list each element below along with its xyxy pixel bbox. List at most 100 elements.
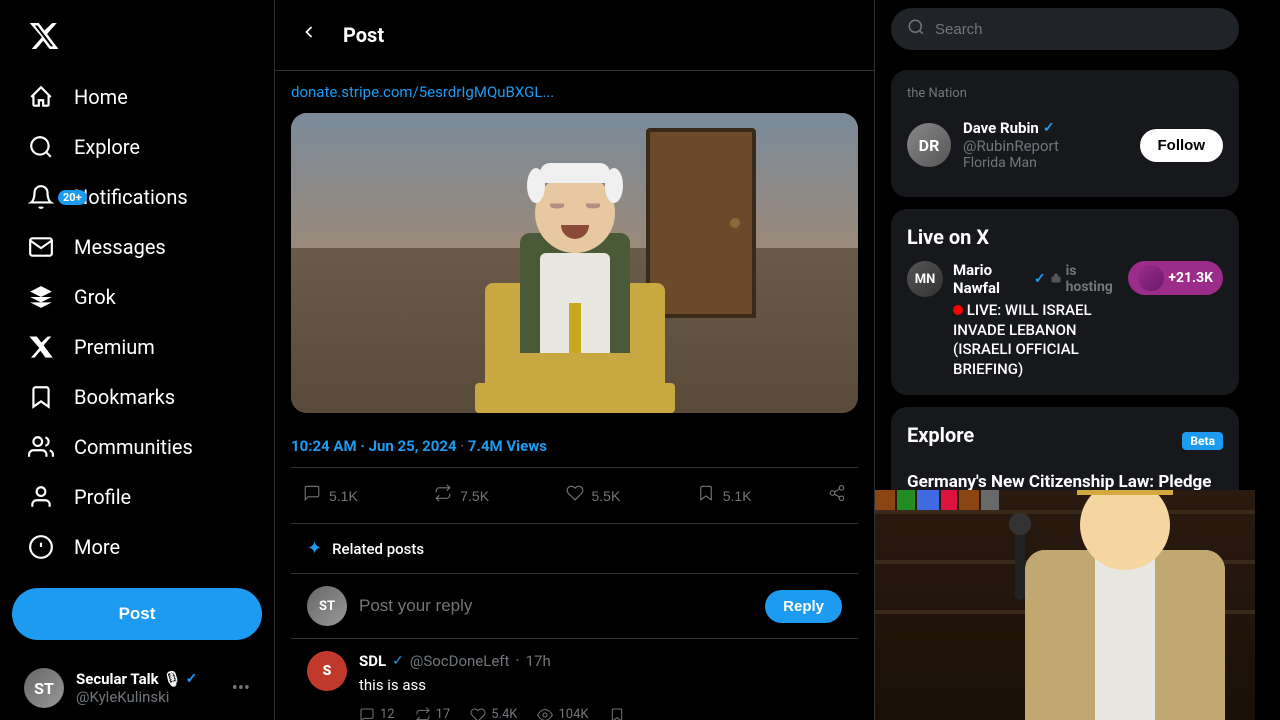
live-viewer-count: +21.3K bbox=[1128, 261, 1223, 295]
comment-actions: 12 17 5.4K bbox=[359, 707, 842, 720]
live-on-x-card: Live on X MN Mario Nawfal ✓ is hosting L… bbox=[891, 209, 1239, 395]
live-host-name: Mario Nawfal bbox=[953, 261, 1030, 297]
post-header: Post bbox=[275, 0, 874, 71]
explore-icon bbox=[28, 134, 54, 160]
reply-count: 5.1K bbox=[329, 488, 358, 504]
dave-rubin-verified: ✓ bbox=[1043, 120, 1055, 136]
bookmarks-icon bbox=[28, 384, 54, 410]
x-logo[interactable] bbox=[12, 8, 262, 68]
page-title: Post bbox=[343, 23, 384, 47]
post-timestamp: 10:24 AM · Jun 25, 2024 · 7.4M Views bbox=[291, 425, 858, 468]
video-overlay[interactable] bbox=[875, 490, 1255, 720]
dave-rubin-bio: Florida Man bbox=[963, 155, 1128, 171]
like-action-button[interactable]: 5.5K bbox=[554, 472, 633, 519]
sidebar-item-explore[interactable]: Explore bbox=[12, 122, 262, 172]
live-info: Mario Nawfal ✓ is hosting LIVE: WILL ISR… bbox=[953, 261, 1118, 379]
user-profile-row[interactable]: ST Secular Talk 🎙 ✓ @KyleKulinski ••• bbox=[12, 656, 262, 720]
search-wrapper bbox=[891, 8, 1239, 50]
post-body: donate.stripe.com/5esrdrIgMQuBXGL... bbox=[275, 71, 874, 720]
view-count: 7.4M bbox=[468, 437, 503, 455]
who-to-follow-card: the Nation DR Dave Rubin ✓ @RubinReport … bbox=[891, 70, 1239, 197]
who-to-follow-context: the Nation bbox=[907, 86, 1223, 101]
broadcast-icon bbox=[1050, 272, 1062, 286]
notification-badge: 20+ bbox=[58, 190, 87, 205]
main-nav: Home Explore 20+ Notifications bbox=[12, 72, 262, 572]
live-item[interactable]: MN Mario Nawfal ✓ is hosting LIVE: WILL … bbox=[907, 261, 1223, 379]
verified-badge: ✓ bbox=[186, 671, 198, 687]
bookmark-icon bbox=[697, 484, 715, 507]
search-icon bbox=[907, 18, 925, 40]
reply-input[interactable] bbox=[359, 596, 753, 616]
post-image bbox=[291, 113, 858, 413]
share-icon bbox=[828, 484, 846, 507]
mario-nawfal-avatar: MN bbox=[907, 261, 943, 297]
bookmark-count: 5.1K bbox=[723, 488, 752, 504]
left-sidebar: Home Explore 20+ Notifications bbox=[0, 0, 275, 720]
donation-link[interactable]: donate.stripe.com/5esrdrIgMQuBXGL... bbox=[291, 71, 858, 113]
live-status: is hosting bbox=[1066, 263, 1119, 295]
sidebar-item-notifications[interactable]: 20+ Notifications bbox=[12, 172, 262, 222]
post-actions: 5.1K 7.5K 5.5K bbox=[291, 468, 858, 524]
right-sidebar: the Nation DR Dave Rubin ✓ @RubinReport … bbox=[875, 0, 1255, 720]
main-content: Post donate.stripe.com/5esrdrIgMQuBXGL..… bbox=[275, 0, 875, 720]
live-on-x-title: Live on X bbox=[907, 225, 1223, 249]
communities-icon bbox=[28, 434, 54, 460]
share-action-button[interactable] bbox=[816, 472, 858, 519]
beta-badge: Beta bbox=[1182, 432, 1223, 450]
comment-retweet-button[interactable]: 17 bbox=[415, 707, 451, 720]
premium-icon bbox=[28, 334, 54, 360]
profile-display-name: Secular Talk 🎙 ✓ bbox=[76, 670, 220, 688]
comment-text: this is ass bbox=[359, 674, 842, 697]
back-button[interactable] bbox=[291, 14, 327, 56]
more-icon bbox=[28, 534, 54, 560]
commenter-name: SDL bbox=[359, 652, 386, 670]
profile-info: Secular Talk 🎙 ✓ @KyleKulinski bbox=[76, 670, 220, 706]
comment-avatar: S bbox=[307, 651, 347, 691]
comment-like-count: 5.4K bbox=[491, 707, 517, 720]
retweet-icon bbox=[434, 484, 452, 507]
related-posts-label: Related posts bbox=[332, 540, 424, 558]
bookmark-action-button[interactable]: 5.1K bbox=[685, 472, 764, 519]
comment-retweet-count: 17 bbox=[436, 707, 451, 720]
reply-icon bbox=[303, 484, 321, 507]
explore-label: Explore bbox=[74, 135, 140, 159]
search-input[interactable] bbox=[935, 21, 1223, 38]
comment-views-button[interactable]: 104K bbox=[537, 707, 588, 720]
suggest-item: DR Dave Rubin ✓ @RubinReport Florida Man… bbox=[907, 109, 1223, 181]
follow-dave-rubin-button[interactable]: Follow bbox=[1140, 129, 1224, 162]
dave-rubin-avatar: DR bbox=[907, 123, 951, 167]
post-button[interactable]: Post bbox=[12, 588, 262, 640]
comment-like-button[interactable]: 5.4K bbox=[470, 707, 517, 720]
more-options-icon[interactable]: ••• bbox=[232, 678, 250, 699]
comment-bookmark-button[interactable] bbox=[609, 707, 625, 720]
dave-rubin-name: Dave Rubin ✓ bbox=[963, 119, 1128, 137]
premium-label: Premium bbox=[74, 335, 155, 359]
communities-label: Communities bbox=[74, 435, 193, 459]
explore-title: Explore bbox=[907, 423, 974, 447]
heart-icon bbox=[566, 484, 584, 507]
sidebar-item-bookmarks[interactable]: Bookmarks bbox=[12, 372, 262, 422]
sidebar-item-premium[interactable]: Premium bbox=[12, 322, 262, 372]
messages-label: Messages bbox=[74, 235, 166, 259]
reply-avatar: ST bbox=[307, 586, 347, 626]
more-label: More bbox=[74, 535, 120, 559]
retweet-action-button[interactable]: 7.5K bbox=[422, 472, 501, 519]
explore-header: Explore Beta bbox=[907, 423, 1223, 459]
related-posts-bar[interactable]: ✦ Related posts bbox=[291, 524, 858, 574]
reply-submit-button[interactable]: Reply bbox=[765, 590, 842, 623]
bookmarks-label: Bookmarks bbox=[74, 385, 175, 409]
profile-icon bbox=[28, 484, 54, 510]
reply-action-button[interactable]: 5.1K bbox=[291, 472, 370, 519]
reply-box: ST Reply bbox=[291, 574, 858, 639]
comment-time: 17h bbox=[526, 652, 551, 670]
sidebar-item-communities[interactable]: Communities bbox=[12, 422, 262, 472]
sidebar-item-grok[interactable]: Grok bbox=[12, 272, 262, 322]
sidebar-item-profile[interactable]: Profile bbox=[12, 472, 262, 522]
grok-icon bbox=[28, 284, 54, 310]
sidebar-item-home[interactable]: Home bbox=[12, 72, 262, 122]
notifications-icon: 20+ bbox=[28, 184, 54, 210]
sidebar-item-more[interactable]: More bbox=[12, 522, 262, 572]
sidebar-item-messages[interactable]: Messages bbox=[12, 222, 262, 272]
comment-reply-button[interactable]: 12 bbox=[359, 707, 395, 720]
mic-icon: 🎙 bbox=[163, 670, 182, 688]
